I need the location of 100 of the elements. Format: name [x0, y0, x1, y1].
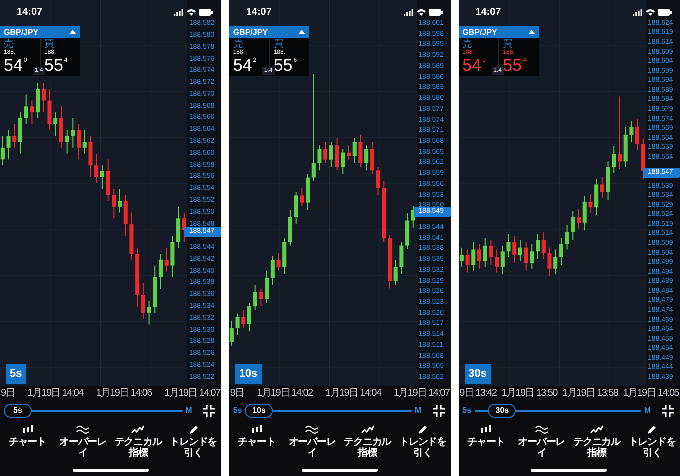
candle — [353, 138, 358, 164]
ticker-header[interactable]: GBP/JPY — [0, 26, 80, 38]
toolbar-button[interactable]: チャート — [458, 425, 514, 464]
candle — [629, 122, 634, 143]
signal-icon — [174, 8, 184, 16]
candle — [170, 236, 175, 278]
candle — [471, 242, 476, 271]
candle — [370, 142, 375, 174]
sell-label: 売 — [462, 39, 473, 50]
price-digits: 55 — [274, 57, 293, 74]
time-label: 1月19日 14:07 — [164, 387, 220, 400]
time-label: 1月19日 14:04 — [28, 387, 84, 400]
sell-label: 売 — [4, 39, 14, 50]
toolbar-button[interactable]: チャート — [229, 425, 285, 464]
signal-icon — [632, 8, 643, 16]
candle — [0, 136, 5, 166]
candle — [330, 142, 334, 168]
candle — [512, 236, 516, 264]
pencil-icon — [188, 425, 199, 436]
candlestick-icon — [480, 425, 492, 436]
slider-max-label: M — [414, 406, 422, 416]
candle — [112, 189, 116, 219]
compress-icon[interactable] — [432, 404, 445, 417]
time-label: 1月19日 14:05 — [623, 387, 679, 400]
slider-max-label: M — [186, 406, 192, 416]
zigzag-line-icon — [131, 425, 146, 436]
compress-icon[interactable] — [203, 404, 216, 417]
candle — [248, 303, 252, 332]
slider-min-label: 5s — [462, 406, 472, 416]
status-time: 14:07 — [476, 6, 502, 18]
time-label: 9日 — [230, 387, 244, 400]
status-time: 14:07 — [17, 6, 44, 18]
timeframe-badge: 30s — [464, 364, 492, 384]
compress-icon[interactable] — [662, 404, 674, 417]
buy-label: 買 — [274, 39, 284, 50]
candlestick-icon — [22, 425, 34, 436]
slider-thumb[interactable]: 10s — [245, 404, 274, 418]
time-label: 1月19日 14:07 — [394, 387, 450, 400]
ticker-header[interactable]: GBP/JPY — [458, 26, 539, 38]
time-label: 1月19日 13:50 — [502, 387, 558, 400]
candle — [88, 136, 93, 178]
toolbar-button[interactable]: テクニカル指標 — [340, 425, 396, 464]
candle — [230, 320, 234, 346]
toolbar-button[interactable]: チャート — [0, 425, 56, 464]
candle — [65, 130, 70, 154]
slider-track[interactable]: 10s — [245, 402, 412, 419]
candle — [288, 210, 293, 246]
candle — [635, 120, 640, 150]
time-label: 9日 — [1, 387, 15, 400]
caret-up-icon — [528, 30, 535, 34]
candle — [347, 146, 352, 160]
toolbar-button[interactable]: オーバーレイ — [514, 425, 570, 464]
candle — [553, 250, 558, 275]
candle — [164, 248, 169, 272]
ticker-header[interactable]: GBP/JPY — [229, 26, 310, 38]
candle — [6, 130, 11, 160]
candle — [271, 256, 276, 286]
wifi-icon — [646, 8, 655, 16]
candle — [254, 285, 258, 310]
toolbar-button[interactable]: トレンドを引く — [166, 425, 222, 464]
candle — [570, 211, 575, 240]
timeframe-badge: 10s — [235, 364, 262, 384]
price-digits: 55 — [503, 57, 522, 74]
toolbar-button[interactable]: トレンドを引く — [395, 425, 451, 464]
slider-thumb[interactable]: 5s — [4, 404, 32, 418]
price-digits: 54 — [4, 57, 23, 74]
time-label: 1月19日 14:02 — [257, 387, 313, 400]
slider-max-label: M — [644, 406, 651, 416]
symbol-label: GBP/JPY — [4, 28, 39, 36]
candle — [594, 178, 598, 216]
toolbar-button[interactable]: テクニカル指標 — [569, 425, 625, 464]
buy-label: 買 — [44, 39, 54, 50]
candle — [494, 250, 499, 273]
timeframe-badge: 5s — [6, 364, 26, 384]
candle — [71, 118, 76, 148]
toolbar-button[interactable]: オーバーレイ — [284, 425, 340, 464]
wave-icon — [305, 425, 320, 436]
slider-track[interactable]: 30s — [474, 402, 642, 419]
candle — [536, 234, 540, 260]
candle — [388, 235, 392, 289]
wave-icon — [76, 425, 90, 436]
candlestick-icon — [250, 425, 263, 436]
toolbar-button[interactable]: オーバーレイ — [55, 425, 111, 464]
time-label: 9日 13:42 — [460, 387, 497, 400]
wave-icon — [534, 425, 549, 436]
candle — [147, 301, 152, 325]
zigzag-line-icon — [360, 425, 375, 436]
toolbar-button[interactable]: トレンドを引く — [624, 425, 680, 464]
pencil-icon — [647, 425, 658, 436]
price-digits: 54 — [462, 57, 482, 74]
status-time: 14:07 — [246, 6, 273, 18]
symbol-label: GBP/JPY — [233, 28, 268, 36]
wifi-icon — [187, 8, 196, 16]
sell-label: 売 — [233, 39, 244, 50]
caret-up-icon — [70, 30, 76, 34]
slider-thumb[interactable]: 30s — [488, 404, 516, 418]
time-label: 1月19日 14:06 — [96, 387, 152, 400]
candle — [612, 146, 616, 174]
slider-track[interactable]: 5s — [4, 402, 183, 419]
toolbar-button[interactable]: テクニカル指標 — [110, 425, 166, 464]
